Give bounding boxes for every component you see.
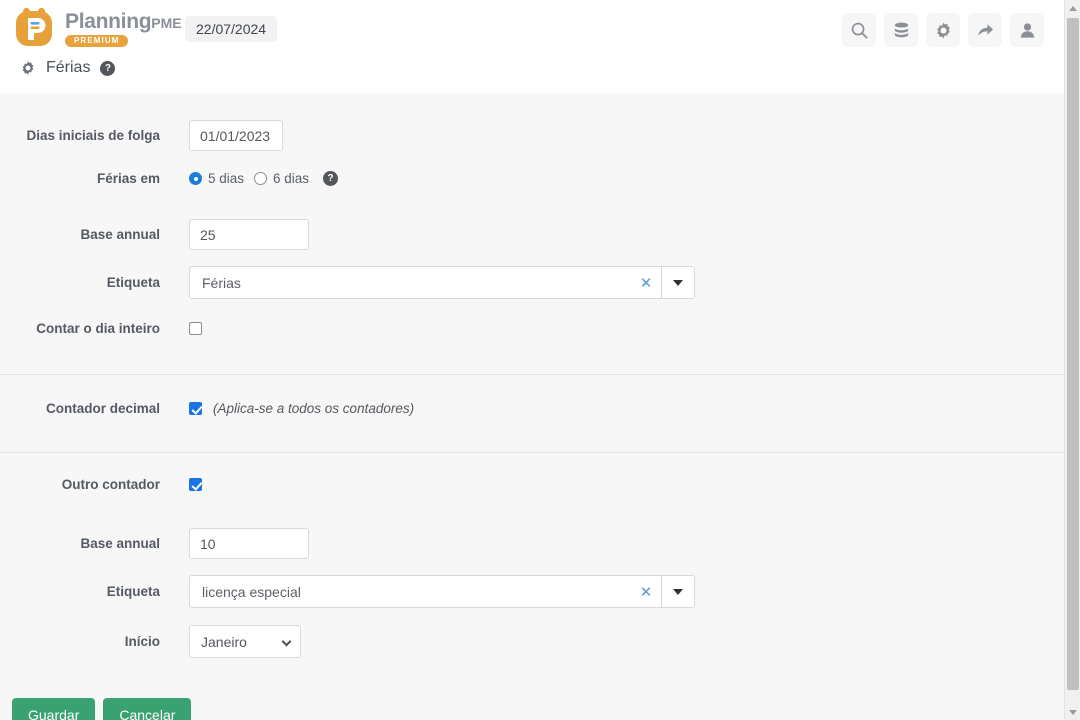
contador-decimal-note: (Aplica-se a todos os contadores)	[213, 401, 415, 416]
settings-form: Dias iniciais de folga Férias em 5 dias …	[0, 93, 1064, 720]
section-divider-1	[0, 374, 1064, 375]
ferias-em-radio-group: 5 dias 6 dias ?	[189, 171, 339, 186]
help-icon[interactable]: ?	[100, 60, 116, 76]
etiqueta-1-value: Férias	[202, 274, 241, 291]
user-icon[interactable]	[1010, 13, 1044, 47]
row-etiqueta-2: Etiqueta licença especial ✕	[0, 575, 1064, 608]
chevron-down-icon	[673, 279, 683, 286]
radio-option-5-dias[interactable]: 5 dias	[189, 171, 244, 186]
row-ferias-em: Férias em 5 dias 6 dias ?	[0, 171, 1064, 186]
form-action-buttons: Guardar Cancelar	[12, 698, 192, 720]
header-icon-bar	[842, 13, 1044, 47]
field-outro-contador	[189, 478, 202, 491]
label-base-annual-2: Base annual	[80, 536, 160, 551]
row-dias-iniciais: Dias iniciais de folga	[0, 120, 1064, 151]
row-etiqueta-1: Etiqueta Férias ✕	[0, 266, 1064, 299]
etiqueta-2-dropdown-arrow[interactable]	[661, 576, 694, 607]
field-etiqueta-2: licença especial ✕	[189, 575, 695, 608]
gear-icon[interactable]	[926, 13, 960, 47]
page-title: Férias	[46, 59, 91, 76]
label-etiqueta-2: Etiqueta	[106, 584, 160, 599]
etiqueta-2-combobox[interactable]: licença especial ✕	[189, 575, 695, 608]
database-icon[interactable]	[884, 13, 918, 47]
cancel-button[interactable]: Cancelar	[103, 698, 192, 720]
chevron-down-icon	[673, 588, 683, 595]
base-annual-2-input[interactable]	[189, 528, 309, 559]
row-contador-decimal: Contador decimal (Aplica-se a todos os c…	[0, 401, 1064, 416]
brand-logo[interactable]: PlanningPME PREMIUM	[12, 6, 182, 50]
save-button[interactable]: Guardar	[12, 698, 96, 720]
app-header: PlanningPME PREMIUM 22/07/2024 Férias ?	[0, 0, 1064, 93]
scroll-up-arrow-icon[interactable]	[1065, 0, 1080, 16]
field-dias-iniciais	[189, 120, 283, 151]
field-contador-decimal: (Aplica-se a todos os contadores)	[189, 401, 414, 416]
contar-dia-inteiro-checkbox[interactable]	[189, 322, 202, 335]
settings-gear-icon	[20, 60, 36, 76]
field-inicio: JaneiroFevereiroMarçoAbrilMaioJunhoJulho…	[189, 625, 301, 658]
outro-contador-checkbox[interactable]	[189, 478, 202, 491]
premium-badge: PREMIUM	[65, 35, 129, 47]
brand-name-text: Planning	[65, 10, 152, 33]
inicio-select-wrapper: JaneiroFevereiroMarçoAbrilMaioJunhoJulho…	[189, 625, 301, 658]
label-dias-iniciais: Dias iniciais de folga	[26, 128, 160, 143]
field-ferias-em: 5 dias 6 dias ?	[189, 171, 339, 186]
field-base-annual-2	[189, 528, 309, 559]
planningpme-logo-icon	[12, 6, 56, 50]
label-contar-dia-inteiro: Contar o dia inteiro	[36, 321, 160, 336]
radio-option-6-dias[interactable]: 6 dias	[254, 171, 309, 186]
etiqueta-1-clear-icon[interactable]: ✕	[631, 267, 661, 298]
etiqueta-1-combobox[interactable]: Férias ✕	[189, 266, 695, 299]
app-window: PlanningPME PREMIUM 22/07/2024 Férias ? …	[0, 0, 1080, 720]
row-inicio: Início JaneiroFevereiroMarçoAbrilMaioJun…	[0, 625, 1064, 658]
label-etiqueta-1: Etiqueta	[106, 275, 160, 290]
label-ferias-em: Férias em	[96, 171, 160, 186]
etiqueta-2-clear-icon[interactable]: ✕	[631, 576, 661, 607]
vertical-scrollbar[interactable]	[1064, 0, 1080, 720]
inicio-select[interactable]: JaneiroFevereiroMarçoAbrilMaioJunhoJulho…	[189, 625, 301, 658]
search-icon[interactable]	[842, 13, 876, 47]
brand-name: PlanningPME	[65, 11, 182, 32]
share-icon[interactable]	[968, 13, 1002, 47]
label-base-annual-1: Base annual	[80, 227, 160, 242]
base-annual-1-input[interactable]	[189, 219, 309, 250]
contador-decimal-checkbox[interactable]	[189, 402, 202, 415]
etiqueta-2-value: licença especial	[202, 583, 301, 600]
scroll-down-arrow-icon[interactable]	[1065, 704, 1080, 720]
radio-5-dias-label: 5 dias	[208, 171, 245, 186]
field-base-annual-1	[189, 219, 309, 250]
triangle-up-glyph	[1069, 5, 1077, 11]
ferias-em-help-icon[interactable]: ?	[323, 171, 339, 186]
dias-iniciais-input[interactable]	[189, 120, 283, 151]
label-inicio: Início	[124, 634, 160, 649]
section-divider-2	[0, 452, 1064, 453]
row-outro-contador: Outro contador	[0, 477, 1064, 492]
current-date-chip[interactable]: 22/07/2024	[185, 16, 278, 42]
radio-6-dias-label: 6 dias	[273, 171, 310, 186]
brand-suffix-text: PME	[151, 15, 182, 31]
brand-wordmark: PlanningPME PREMIUM	[65, 9, 182, 47]
etiqueta-1-dropdown-arrow[interactable]	[661, 267, 694, 298]
label-contador-decimal: Contador decimal	[45, 401, 160, 416]
row-base-annual-2: Base annual	[0, 528, 1064, 559]
label-outro-contador: Outro contador	[61, 477, 160, 492]
field-etiqueta-1: Férias ✕	[189, 266, 695, 299]
row-contar-dia-inteiro: Contar o dia inteiro	[0, 321, 1064, 336]
scrollbar-thumb[interactable]	[1067, 18, 1079, 690]
row-base-annual-1: Base annual	[0, 219, 1064, 250]
triangle-down-glyph	[1069, 709, 1077, 715]
radio-5-dias-indicator[interactable]	[189, 172, 202, 185]
radio-6-dias-indicator[interactable]	[254, 172, 268, 185]
page-title-bar: Férias ?	[20, 59, 116, 77]
field-contar-dia-inteiro	[189, 322, 202, 335]
